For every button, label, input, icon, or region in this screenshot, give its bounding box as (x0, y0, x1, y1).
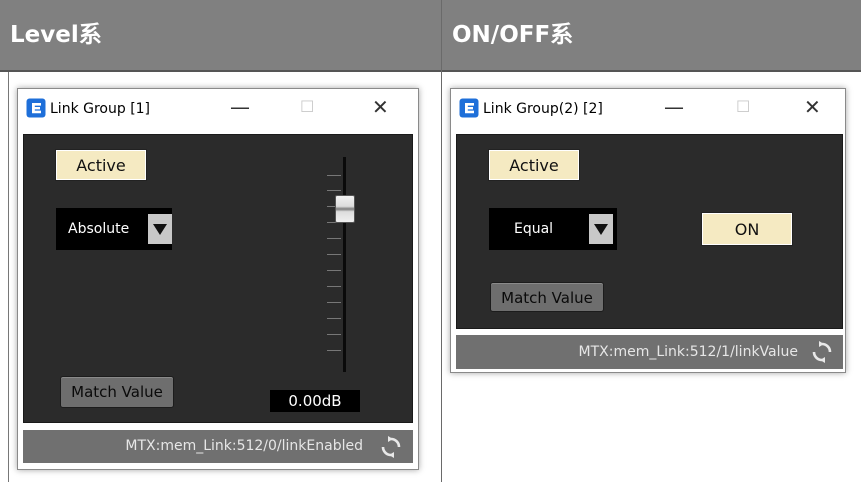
fader-tick (327, 302, 341, 303)
status-bar: MTX:mem_Link:512/1/linkValue (456, 335, 843, 369)
active-button[interactable]: Active (488, 149, 580, 181)
app-icon (459, 98, 479, 118)
chevron-down-icon[interactable] (148, 214, 172, 244)
fader-track (343, 157, 346, 372)
sync-icon[interactable] (810, 340, 834, 364)
match-value-button[interactable]: Match Value (490, 282, 604, 312)
fader-tick (327, 175, 341, 176)
titlebar[interactable]: Link Group(2) [2] — ☐ ✕ (451, 89, 845, 129)
fader-value-display: 0.00dB (270, 390, 360, 412)
titlebar[interactable]: Link Group [1] — ☐ ✕ (18, 89, 418, 129)
maximize-button[interactable]: ☐ (736, 95, 750, 119)
on-toggle-button[interactable]: ON (701, 212, 793, 246)
minimize-button[interactable]: — (664, 95, 684, 119)
section-header-onoff: ON/OFF系 (442, 0, 861, 70)
sync-icon[interactable] (379, 435, 403, 459)
chevron-down-icon[interactable] (589, 214, 613, 244)
header-divider-right (442, 70, 861, 72)
section-header-level: Level系 (0, 0, 441, 70)
fader-tick (327, 286, 341, 287)
mode-select[interactable]: Equal (489, 208, 617, 250)
fader-tick (327, 190, 341, 191)
close-button[interactable]: ✕ (372, 95, 389, 119)
window-title: Link Group(2) [2] (483, 101, 603, 117)
fader-tick (327, 238, 341, 239)
fader-tick (327, 350, 341, 351)
match-value-button[interactable]: Match Value (60, 376, 174, 408)
maximize-button[interactable]: ☐ (300, 95, 314, 119)
status-bar: MTX:mem_Link:512/0/linkEnabled (23, 430, 413, 463)
app-icon (26, 98, 46, 118)
status-address: MTX:mem_Link:512/0/linkEnabled (125, 438, 363, 454)
panel-body: Active Absolute Match Value 0.00dB (23, 134, 413, 423)
mode-select-value: Equal (514, 221, 554, 237)
panel-body: Active Equal ON Match Value (456, 134, 843, 329)
fader-tick (327, 254, 341, 255)
level-link-group-window: Link Group [1] — ☐ ✕ Active Absolute Mat… (17, 88, 419, 470)
window-title: Link Group [1] (50, 101, 151, 117)
fader-tick (327, 334, 341, 335)
fader-tick (327, 270, 341, 271)
active-button[interactable]: Active (55, 149, 147, 181)
status-address: MTX:mem_Link:512/1/linkValue (578, 344, 798, 360)
mode-select-value: Absolute (68, 221, 130, 237)
left-border (8, 72, 9, 482)
onoff-link-group-window: Link Group(2) [2] — ☐ ✕ Active Equal ON … (450, 88, 846, 373)
fader-tick (327, 318, 341, 319)
mode-select[interactable]: Absolute (56, 208, 172, 250)
close-button[interactable]: ✕ (804, 95, 821, 119)
fader-knob[interactable] (335, 195, 355, 223)
column-divider (441, 0, 442, 482)
header-divider-left (0, 70, 441, 72)
minimize-button[interactable]: — (230, 95, 250, 119)
